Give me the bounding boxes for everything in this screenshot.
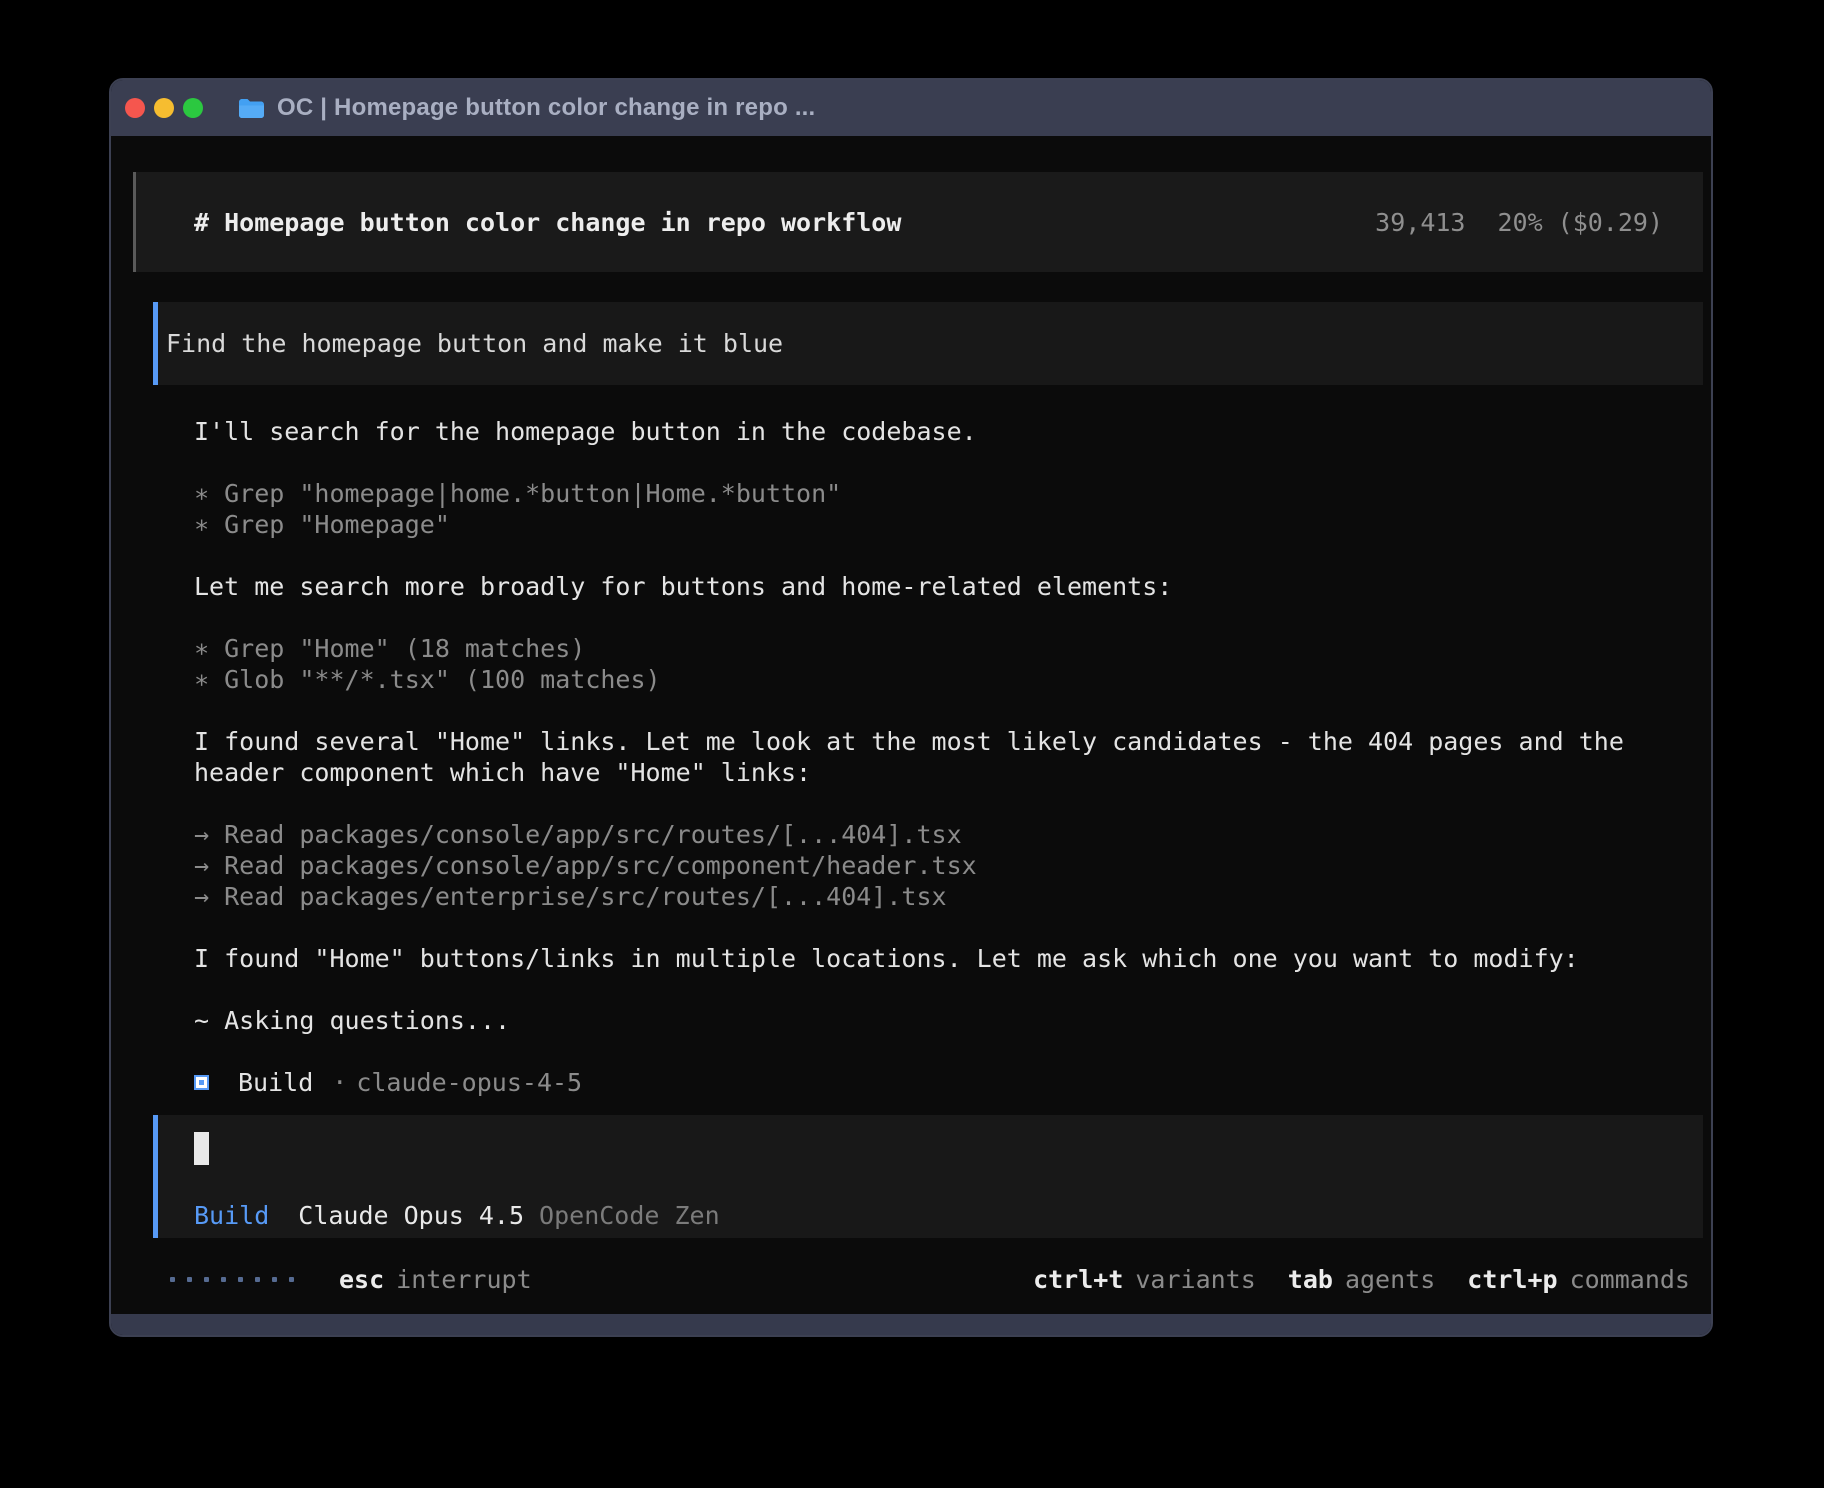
agent-name: Build (238, 1067, 313, 1098)
shortcut-label-variants: variants (1135, 1265, 1255, 1294)
session-cost: ($0.29) (1558, 208, 1663, 237)
tool-call-group: ∗ Grep "homepage|home.*button|Home.*butt… (194, 478, 1694, 540)
assistant-text: I found "Home" buttons/links in multiple… (194, 943, 1694, 974)
provider-indicator: OpenCode Zen (539, 1201, 720, 1230)
tool-call-grep: ∗ Grep "Homepage" (194, 509, 1694, 540)
status-text: ~ Asking questions... (194, 1005, 1694, 1036)
assistant-text: Let me search more broadly for buttons a… (194, 571, 1694, 602)
shortcut-label-agents: agents (1345, 1265, 1435, 1294)
statusbar-right: ctrl+t variants tab agents ctrl+p comman… (1033, 1265, 1690, 1294)
shortcut-agents: tab agents (1288, 1265, 1435, 1294)
tool-call-group: ∗ Grep "Home" (18 matches) ∗ Glob "**/*.… (194, 633, 1694, 695)
assistant-text: I'll search for the homepage button in t… (194, 416, 1694, 447)
text-cursor (194, 1132, 209, 1165)
dots-spinner (170, 1277, 306, 1282)
session-title: # Homepage button color change in repo w… (194, 208, 901, 237)
shortcut-variants: ctrl+t variants (1033, 1265, 1256, 1294)
session-stats: 39,413 20% ($0.29) (1375, 208, 1663, 237)
user-message: Find the homepage button and make it blu… (153, 302, 1703, 385)
separator-dot: · (332, 1067, 347, 1098)
user-message-text: Find the homepage button and make it blu… (166, 329, 783, 358)
agent-indicator: Build · claude-opus-4-5 (194, 1067, 1694, 1098)
close-button[interactable] (125, 98, 145, 118)
tool-call-grep: ∗ Grep "Home" (18 matches) (194, 633, 1694, 664)
session-header: # Homepage button color change in repo w… (133, 172, 1703, 272)
input-statusline: Build Claude Opus 4.5 OpenCode Zen (194, 1201, 720, 1230)
agent-model: claude-opus-4-5 (356, 1067, 582, 1098)
agent-mode-indicator[interactable]: Build (194, 1201, 269, 1230)
assistant-text: I found several "Home" links. Let me loo… (194, 726, 1694, 788)
tool-call-group: → Read packages/console/app/src/routes/[… (194, 819, 1694, 912)
shortcut-key-ctrl-t: ctrl+t (1033, 1265, 1123, 1294)
shortcut-key-ctrl-p: ctrl+p (1467, 1265, 1557, 1294)
shortcut-label-interrupt: interrupt (396, 1265, 531, 1294)
tool-call-glob: ∗ Glob "**/*.tsx" (100 matches) (194, 664, 1694, 695)
tool-call-read: → Read packages/enterprise/src/routes/[.… (194, 881, 1694, 912)
window-title: OC | Homepage button color change in rep… (277, 94, 815, 122)
terminal-window: OC | Homepage button color change in rep… (109, 78, 1713, 1337)
shortcut-label-commands: commands (1570, 1265, 1690, 1294)
context-percentage: 20% (1497, 208, 1542, 237)
prompt-input[interactable]: Build Claude Opus 4.5 OpenCode Zen (153, 1115, 1703, 1238)
square-in-square-icon (194, 1075, 209, 1090)
tool-call-read: → Read packages/console/app/src/routes/[… (194, 819, 1694, 850)
minimize-button[interactable] (154, 98, 174, 118)
shortcut-commands: ctrl+p commands (1467, 1265, 1690, 1294)
tool-call-read: → Read packages/console/app/src/componen… (194, 850, 1694, 881)
tool-call-grep: ∗ Grep "homepage|home.*button|Home.*butt… (194, 478, 1694, 509)
token-count: 39,413 (1375, 208, 1465, 237)
titlebar: OC | Homepage button color change in rep… (111, 80, 1711, 136)
transcript: I'll search for the homepage button in t… (194, 416, 1694, 1098)
shortcut-key-tab: tab (1288, 1265, 1333, 1294)
folder-icon (238, 98, 265, 119)
shortcut-key-esc: esc (339, 1265, 384, 1294)
statusbar: esc interrupt ctrl+t variants tab agents… (170, 1264, 1690, 1295)
window-bottom-edge (111, 1314, 1711, 1335)
maximize-button[interactable] (183, 98, 203, 118)
model-indicator: Claude Opus 4.5 (298, 1201, 524, 1230)
